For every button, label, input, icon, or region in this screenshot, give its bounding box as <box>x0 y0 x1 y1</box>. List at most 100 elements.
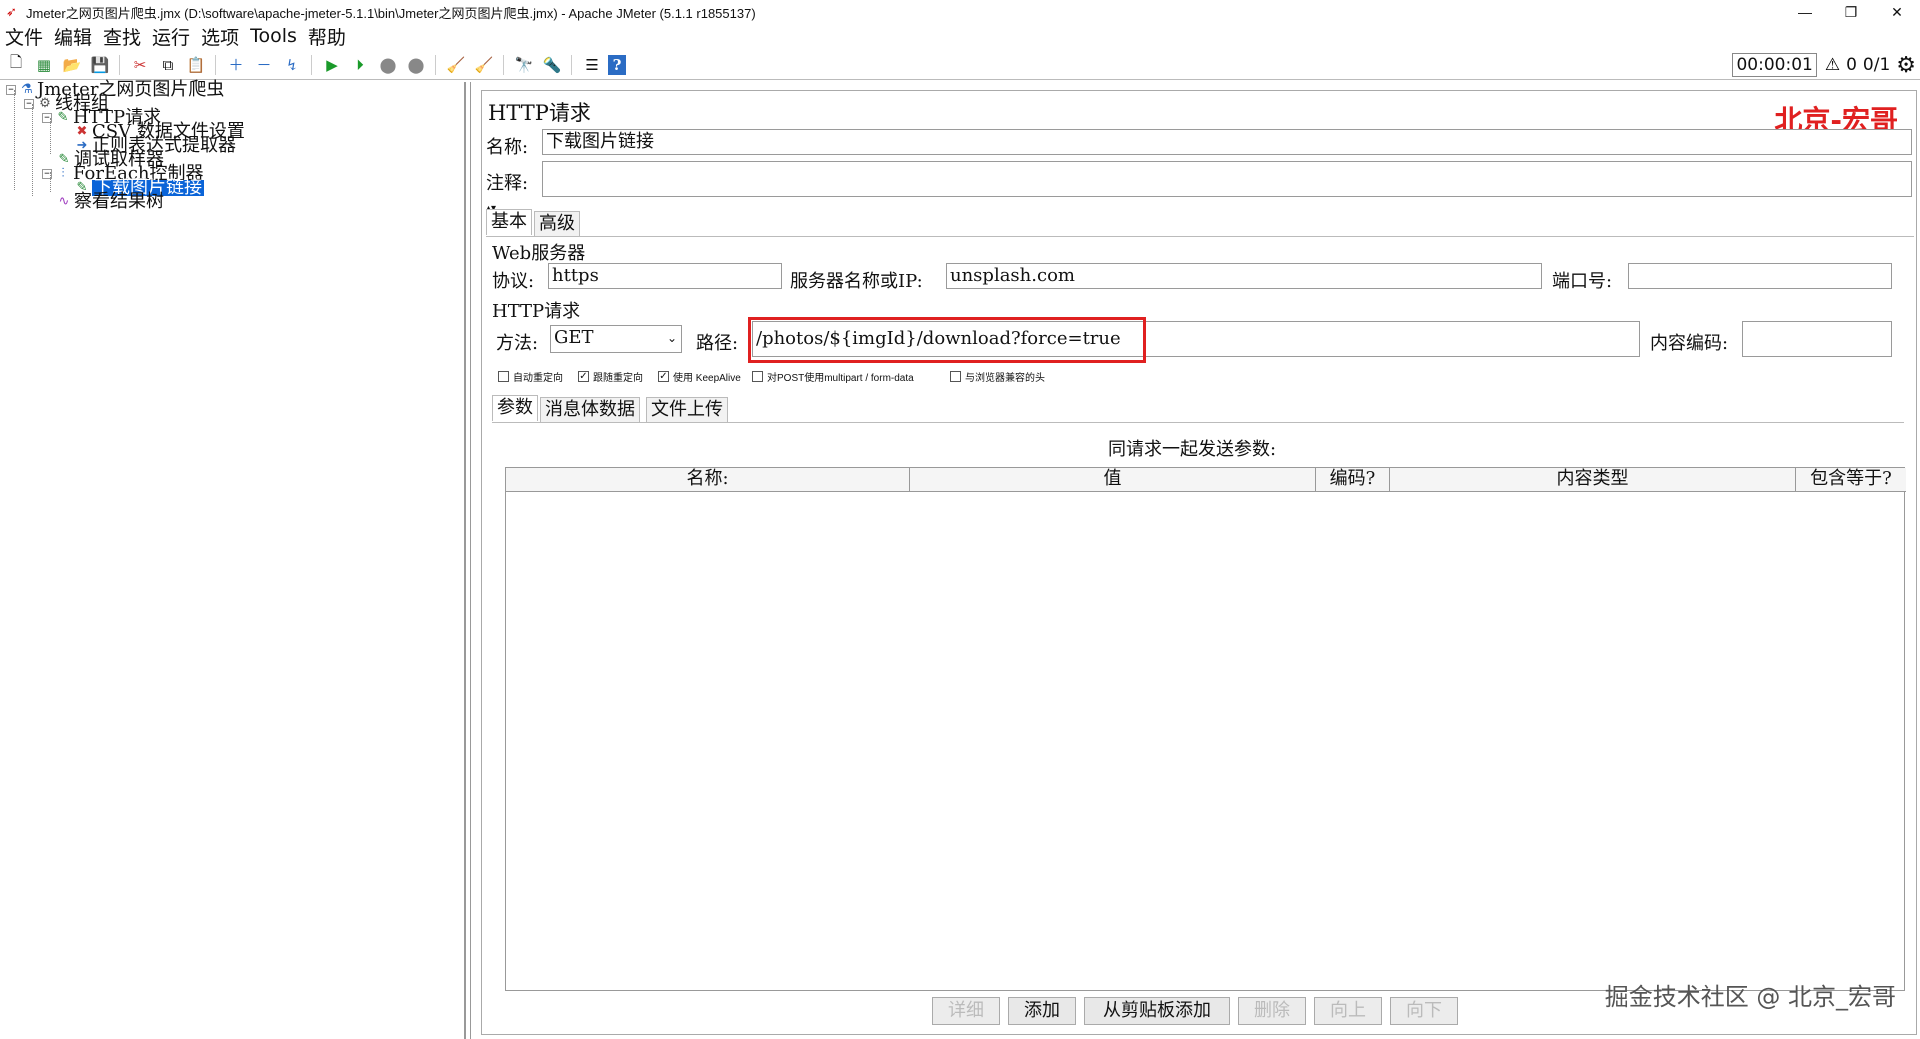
tab-file-upload[interactable]: 文件上传 <box>646 397 728 423</box>
remote-status-icon: ⚙ <box>1896 52 1916 78</box>
checkbox-box[interactable]: ✓ <box>658 371 669 382</box>
method-select[interactable]: GET ⌄ <box>550 325 682 353</box>
tab-body-data[interactable]: 消息体数据 <box>540 397 640 423</box>
function-helper-icon[interactable]: ☰ <box>580 53 604 77</box>
title-bar: ➶ Jmeter之网页图片爬虫.jmx (D:\software\apache-… <box>0 0 1920 24</box>
server-label: 服务器名称或IP: <box>790 271 923 292</box>
clear-all-icon[interactable]: 🧹 <box>472 53 496 77</box>
protocol-field[interactable]: https <box>548 263 782 289</box>
toolbar-separator <box>435 54 441 75</box>
start-icon[interactable]: ▶ <box>320 53 344 77</box>
parameters-table[interactable]: 名称: 值 编码? 内容类型 包含等于? <box>505 467 1906 991</box>
tree-node-label: 察看结果树 <box>74 191 164 212</box>
menu-help[interactable]: 帮助 <box>303 23 352 50</box>
status-area: 00:00:01 ⚠ 0 0/1 ⚙ <box>1732 51 1920 79</box>
new-icon[interactable]: 🗋 <box>4 53 28 77</box>
minimize-button[interactable]: — <box>1782 0 1828 24</box>
http-request-section-title: HTTP请求 <box>492 301 581 322</box>
reset-search-icon[interactable]: 🔦 <box>540 53 564 77</box>
server-field[interactable]: unsplash.com <box>946 263 1542 289</box>
templates-icon[interactable]: ▦ <box>32 53 56 77</box>
checkbox-box[interactable] <box>498 371 509 382</box>
http-request-panel: HTTP请求 北京-宏哥 名称: 下载图片链接 注释: ▴▾ 基本 高级 Web… <box>470 82 1920 1039</box>
delete-button[interactable]: 删除 <box>1238 997 1306 1025</box>
help-icon[interactable]: ? <box>608 54 626 75</box>
open-icon[interactable]: 📂 <box>60 53 84 77</box>
warning-count: 0 <box>1846 55 1857 75</box>
encoding-label: 内容编码: <box>1650 333 1729 354</box>
comment-label: 注释: <box>486 173 529 194</box>
toolbar-separator <box>119 54 125 75</box>
checkbox-box[interactable]: ✓ <box>578 371 589 382</box>
controller-icon: ⫶ <box>61 166 65 181</box>
copy-icon[interactable]: ⧉ <box>156 53 180 77</box>
move-down-button[interactable]: 向下 <box>1390 997 1458 1025</box>
checkbox-keepalive[interactable]: ✓ 使用 KeepAlive <box>658 369 741 384</box>
name-label: 名称: <box>486 137 529 158</box>
column-header-include-equals[interactable]: 包含等于? <box>1796 468 1906 492</box>
paste-icon[interactable]: 📋 <box>184 53 208 77</box>
checkbox-box[interactable] <box>752 371 763 382</box>
sampler-pipette-icon: ✎ <box>57 110 69 125</box>
menu-search[interactable]: 查找 <box>98 23 147 50</box>
detail-button[interactable]: 详细 <box>932 997 1000 1025</box>
warning-icon[interactable]: ⚠ <box>1825 55 1840 75</box>
collapse-toggle-icon[interactable]: − <box>24 99 34 109</box>
tab-basic[interactable]: 基本 <box>486 209 532 235</box>
method-label: 方法: <box>496 333 539 354</box>
web-server-section-title: Web服务器 <box>492 243 586 264</box>
panel-title: HTTP请求 <box>488 101 591 125</box>
stop-icon[interactable]: ⬤ <box>376 53 400 77</box>
move-up-button[interactable]: 向上 <box>1314 997 1382 1025</box>
method-value: GET <box>554 327 594 348</box>
path-highlight-box <box>748 317 1146 363</box>
checkbox-label: 跟随重定向 <box>593 373 643 384</box>
collapse-toggle-icon[interactable]: − <box>42 169 52 179</box>
clear-icon[interactable]: 🧹 <box>444 53 468 77</box>
listener-graph-icon: ∿ <box>58 194 70 209</box>
checkbox-label: 自动重定向 <box>513 373 563 384</box>
checkbox-label: 对POST使用multipart / form-data <box>767 373 914 384</box>
chevron-down-icon: ⌄ <box>666 331 677 345</box>
checkbox-multipart[interactable]: 对POST使用multipart / form-data <box>752 369 914 384</box>
expand-icon[interactable]: ＋ <box>224 53 248 77</box>
checkbox-box[interactable] <box>950 371 961 382</box>
collapse-toggle-icon[interactable]: − <box>42 113 52 123</box>
checkbox-browser-headers[interactable]: 与浏览器兼容的头 <box>950 369 1045 384</box>
watermark: 掘金技术社区 @ 北京_宏哥 <box>1604 983 1896 1011</box>
close-button[interactable]: ✕ <box>1874 0 1920 24</box>
comment-field[interactable] <box>542 161 1912 197</box>
elapsed-timer: 00:00:01 <box>1732 53 1817 77</box>
name-field[interactable]: 下载图片链接 <box>542 129 1912 155</box>
add-from-clipboard-button[interactable]: 从剪贴板添加 <box>1084 997 1230 1025</box>
checkbox-label: 使用 KeepAlive <box>673 373 741 384</box>
menu-tools[interactable]: Tools <box>245 25 303 47</box>
shutdown-icon[interactable]: ⬤ <box>404 53 428 77</box>
port-field[interactable] <box>1628 263 1892 289</box>
encoding-field[interactable] <box>1742 321 1892 357</box>
add-button[interactable]: 添加 <box>1008 997 1076 1025</box>
collapse-toggle-icon[interactable]: − <box>6 85 16 95</box>
cut-icon[interactable]: ✂ <box>128 53 152 77</box>
tab-advanced[interactable]: 高级 <box>534 211 580 237</box>
menu-edit[interactable]: 编辑 <box>49 23 98 50</box>
restore-button[interactable]: ❐ <box>1828 0 1874 24</box>
tab-parameters[interactable]: 参数 <box>492 395 538 421</box>
menu-run[interactable]: 运行 <box>147 23 196 50</box>
menu-file[interactable]: 文件 <box>0 23 49 50</box>
menu-options[interactable]: 选项 <box>196 23 245 50</box>
column-header-name[interactable]: 名称: <box>506 468 910 492</box>
checkbox-follow-redirects[interactable]: ✓ 跟随重定向 <box>578 369 643 384</box>
search-icon[interactable]: 🔭 <box>512 53 536 77</box>
collapse-icon[interactable]: － <box>252 53 276 77</box>
test-plan-tree: − ⚗ Jmeter之网页图片爬虫 − ⚙ 线程组 − ✎ HTTP请求 ✖ C… <box>2 81 466 1039</box>
tree-node-results[interactable]: ∿ 察看结果树 <box>56 191 164 212</box>
column-header-value[interactable]: 值 <box>910 468 1316 492</box>
toggle-icon[interactable]: ↯ <box>280 53 304 77</box>
column-header-encode[interactable]: 编码? <box>1316 468 1390 492</box>
toolbar-separator <box>311 54 317 75</box>
save-icon[interactable]: 💾 <box>88 53 112 77</box>
start-no-pause-icon[interactable]: ⏵ <box>348 53 372 77</box>
checkbox-auto-redirect[interactable]: 自动重定向 <box>498 369 563 384</box>
column-header-content-type[interactable]: 内容类型 <box>1390 468 1796 492</box>
